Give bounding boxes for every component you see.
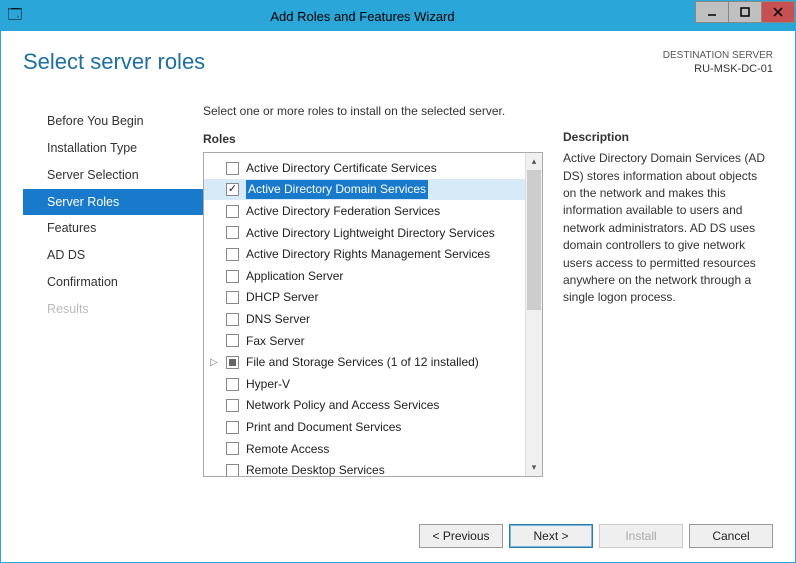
cancel-button[interactable]: Cancel: [689, 524, 773, 548]
role-checkbox[interactable]: [226, 205, 239, 218]
role-item[interactable]: Fax Server: [204, 330, 525, 352]
role-checkbox[interactable]: [226, 183, 239, 196]
instruction-text: Select one or more roles to install on t…: [203, 104, 543, 118]
nav-item-installation-type[interactable]: Installation Type: [23, 135, 203, 162]
nav-item-confirmation[interactable]: Confirmation: [23, 269, 203, 296]
role-item[interactable]: Print and Document Services: [204, 416, 525, 438]
role-label: Remote Access: [246, 440, 329, 459]
minimize-button[interactable]: [695, 1, 729, 23]
wizard-nav: Before You BeginInstallation TypeServer …: [23, 104, 203, 506]
description-label: Description: [563, 130, 773, 144]
role-checkbox[interactable]: [226, 313, 239, 326]
role-label: Remote Desktop Services: [246, 461, 385, 476]
role-label: Application Server: [246, 267, 343, 286]
role-item[interactable]: Active Directory Federation Services: [204, 200, 525, 222]
role-item[interactable]: Active Directory Certificate Services: [204, 157, 525, 179]
role-label: DNS Server: [246, 310, 310, 329]
roles-listbox: Active Directory Certificate Services Act…: [203, 152, 543, 477]
nav-item-features[interactable]: Features: [23, 215, 203, 242]
role-checkbox[interactable]: [226, 270, 239, 283]
role-label: Network Policy and Access Services: [246, 396, 439, 415]
role-label: Hyper-V: [246, 375, 290, 394]
role-label: Active Directory Lightweight Directory S…: [246, 224, 495, 243]
scroll-thumb[interactable]: [527, 170, 541, 310]
role-item[interactable]: Active Directory Rights Management Servi…: [204, 244, 525, 266]
window-title: Add Roles and Features Wizard: [29, 9, 696, 24]
destination-server: RU-MSK-DC-01: [663, 62, 773, 76]
role-label: Print and Document Services: [246, 418, 401, 437]
role-checkbox[interactable]: [226, 162, 239, 175]
page-title: Select server roles: [23, 49, 205, 75]
description-text: Active Directory Domain Services (AD DS)…: [563, 150, 773, 307]
role-label: Active Directory Certificate Services: [246, 159, 437, 178]
role-label: Active Directory Domain Services: [246, 180, 428, 199]
role-checkbox[interactable]: [226, 421, 239, 434]
window-titlebar[interactable]: 🗔 Add Roles and Features Wizard: [1, 1, 795, 31]
roles-section-label: Roles: [203, 132, 543, 146]
nav-item-before-you-begin[interactable]: Before You Begin: [23, 108, 203, 135]
next-button[interactable]: Next >: [509, 524, 593, 548]
destination-info: DESTINATION SERVER RU-MSK-DC-01: [663, 49, 773, 76]
nav-item-ad-ds[interactable]: AD DS: [23, 242, 203, 269]
nav-item-server-selection[interactable]: Server Selection: [23, 162, 203, 189]
role-item[interactable]: Active Directory Domain Services: [204, 179, 525, 201]
role-item[interactable]: Network Policy and Access Services: [204, 395, 525, 417]
role-checkbox[interactable]: [226, 291, 239, 304]
role-label: Fax Server: [246, 332, 305, 351]
role-item[interactable]: DNS Server: [204, 308, 525, 330]
role-label: File and Storage Services (1 of 12 insta…: [246, 353, 479, 372]
role-checkbox[interactable]: [226, 226, 239, 239]
nav-item-results: Results: [23, 296, 203, 323]
role-checkbox[interactable]: [226, 356, 239, 369]
wizard-footer: < Previous Next > Install Cancel: [23, 506, 773, 548]
role-item[interactable]: DHCP Server: [204, 287, 525, 309]
role-checkbox[interactable]: [226, 442, 239, 455]
chevron-right-icon[interactable]: ▷: [210, 355, 218, 371]
role-checkbox[interactable]: [226, 378, 239, 391]
previous-button[interactable]: < Previous: [419, 524, 503, 548]
role-checkbox[interactable]: [226, 464, 239, 476]
role-item[interactable]: ▷ File and Storage Services (1 of 12 inst…: [204, 352, 525, 374]
role-item[interactable]: Application Server: [204, 265, 525, 287]
install-button: Install: [599, 524, 683, 548]
scroll-up-icon[interactable]: ▴: [526, 153, 542, 170]
app-icon: 🗔: [1, 4, 29, 28]
role-item[interactable]: Remote Access: [204, 438, 525, 460]
role-checkbox[interactable]: [226, 248, 239, 261]
role-label: Active Directory Rights Management Servi…: [246, 245, 490, 264]
role-checkbox[interactable]: [226, 334, 239, 347]
maximize-button[interactable]: [728, 1, 762, 23]
role-item[interactable]: Active Directory Lightweight Directory S…: [204, 222, 525, 244]
role-label: Active Directory Federation Services: [246, 202, 440, 221]
role-label: DHCP Server: [246, 288, 318, 307]
role-item[interactable]: Remote Desktop Services: [204, 460, 525, 477]
role-checkbox[interactable]: [226, 399, 239, 412]
nav-item-server-roles[interactable]: Server Roles: [23, 189, 203, 216]
scroll-down-icon[interactable]: ▾: [526, 459, 542, 476]
close-button[interactable]: [761, 1, 795, 23]
destination-label: DESTINATION SERVER: [663, 49, 773, 62]
scrollbar[interactable]: ▴ ▾: [525, 153, 542, 476]
role-item[interactable]: Hyper-V: [204, 373, 525, 395]
